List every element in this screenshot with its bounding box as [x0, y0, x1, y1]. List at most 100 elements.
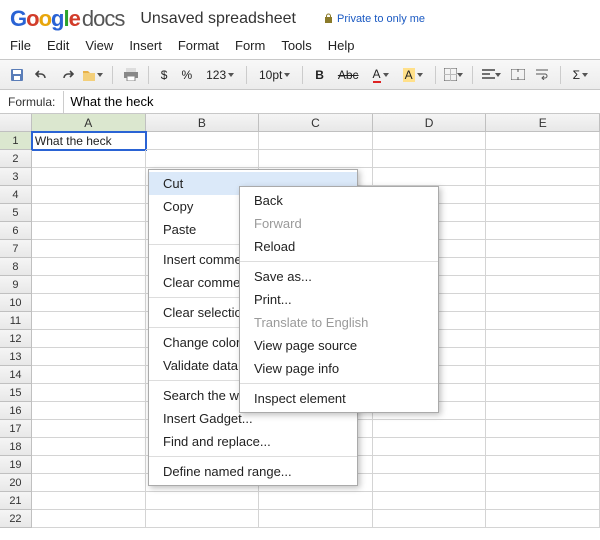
- cell[interactable]: [32, 168, 146, 186]
- doc-title[interactable]: Unsaved spreadsheet: [140, 10, 296, 28]
- col-header-e[interactable]: E: [486, 114, 600, 131]
- row-header[interactable]: 2: [0, 150, 32, 168]
- cell[interactable]: [32, 366, 146, 384]
- row-header[interactable]: 20: [0, 474, 32, 492]
- bold-button[interactable]: B: [311, 66, 328, 84]
- cell[interactable]: [32, 474, 146, 492]
- cell[interactable]: [486, 240, 600, 258]
- cell[interactable]: [486, 384, 600, 402]
- menu-help[interactable]: Help: [328, 38, 355, 53]
- col-header-d[interactable]: D: [373, 114, 487, 131]
- cell[interactable]: [373, 420, 487, 438]
- format-more[interactable]: 123: [202, 66, 238, 84]
- row-header[interactable]: 7: [0, 240, 32, 258]
- cell[interactable]: [146, 132, 260, 150]
- cell[interactable]: [486, 456, 600, 474]
- align-icon[interactable]: [481, 65, 502, 85]
- cell[interactable]: [486, 510, 600, 528]
- privacy-link[interactable]: Private to only me: [337, 13, 425, 25]
- row-header[interactable]: 4: [0, 186, 32, 204]
- row-header[interactable]: 3: [0, 168, 32, 186]
- menu-insert[interactable]: Insert: [129, 38, 162, 53]
- cell[interactable]: [486, 420, 600, 438]
- row-header[interactable]: 8: [0, 258, 32, 276]
- ctx-find-replace[interactable]: Find and replace...: [149, 430, 357, 453]
- formula-input[interactable]: [64, 91, 600, 112]
- row-header[interactable]: 9: [0, 276, 32, 294]
- cell[interactable]: [486, 186, 600, 204]
- cell[interactable]: [32, 258, 146, 276]
- cell[interactable]: [486, 312, 600, 330]
- cell[interactable]: [486, 348, 600, 366]
- cell[interactable]: [486, 438, 600, 456]
- cell[interactable]: [486, 330, 600, 348]
- row-header[interactable]: 1: [0, 132, 32, 150]
- row-header[interactable]: 18: [0, 438, 32, 456]
- cell[interactable]: [32, 186, 146, 204]
- folder-icon[interactable]: [82, 65, 104, 85]
- cell[interactable]: [486, 132, 600, 150]
- redo-icon[interactable]: [58, 65, 77, 85]
- cell[interactable]: [373, 456, 487, 474]
- cell[interactable]: [486, 276, 600, 294]
- functions-button[interactable]: Σ: [569, 66, 592, 84]
- bctx-view-source[interactable]: View page source: [240, 334, 438, 357]
- cell[interactable]: [32, 312, 146, 330]
- col-header-c[interactable]: C: [259, 114, 373, 131]
- cell[interactable]: [259, 132, 373, 150]
- bctx-print[interactable]: Print...: [240, 288, 438, 311]
- font-size[interactable]: 10pt: [255, 66, 294, 84]
- row-header[interactable]: 17: [0, 420, 32, 438]
- cell[interactable]: [373, 150, 487, 168]
- row-header[interactable]: 14: [0, 366, 32, 384]
- col-header-b[interactable]: B: [146, 114, 260, 131]
- cell[interactable]: [32, 204, 146, 222]
- cell[interactable]: [32, 420, 146, 438]
- cell[interactable]: [373, 438, 487, 456]
- bctx-reload[interactable]: Reload: [240, 235, 438, 258]
- cell[interactable]: [32, 240, 146, 258]
- cell[interactable]: [373, 168, 487, 186]
- cell[interactable]: [373, 510, 487, 528]
- row-header[interactable]: 22: [0, 510, 32, 528]
- cell[interactable]: [32, 276, 146, 294]
- row-header[interactable]: 12: [0, 330, 32, 348]
- cell[interactable]: [486, 492, 600, 510]
- cell[interactable]: [259, 150, 373, 168]
- text-color-button[interactable]: A: [369, 65, 393, 85]
- cell[interactable]: [486, 168, 600, 186]
- cell[interactable]: [146, 492, 260, 510]
- fill-color-button[interactable]: A: [399, 66, 427, 84]
- cell[interactable]: [146, 510, 260, 528]
- cell[interactable]: [486, 294, 600, 312]
- cell[interactable]: [259, 492, 373, 510]
- cell[interactable]: [32, 330, 146, 348]
- menu-form[interactable]: Form: [235, 38, 265, 53]
- bctx-back[interactable]: Back: [240, 189, 438, 212]
- print-icon[interactable]: [121, 65, 140, 85]
- cell[interactable]: [486, 204, 600, 222]
- menu-format[interactable]: Format: [178, 38, 219, 53]
- cell[interactable]: [32, 438, 146, 456]
- cell[interactable]: What the heck: [32, 132, 146, 150]
- col-header-a[interactable]: A: [32, 114, 146, 131]
- cell[interactable]: [32, 348, 146, 366]
- select-all-corner[interactable]: [0, 114, 32, 131]
- cell[interactable]: [32, 510, 146, 528]
- menu-edit[interactable]: Edit: [47, 38, 69, 53]
- cell[interactable]: [486, 258, 600, 276]
- cell[interactable]: [32, 222, 146, 240]
- row-header[interactable]: 11: [0, 312, 32, 330]
- cell[interactable]: [32, 456, 146, 474]
- row-header[interactable]: 6: [0, 222, 32, 240]
- cell[interactable]: [146, 150, 260, 168]
- row-header[interactable]: 19: [0, 456, 32, 474]
- cell[interactable]: [486, 366, 600, 384]
- cell[interactable]: [32, 294, 146, 312]
- row-header[interactable]: 10: [0, 294, 32, 312]
- merge-icon[interactable]: [508, 65, 527, 85]
- ctx-define-range[interactable]: Define named range...: [149, 460, 357, 483]
- menu-tools[interactable]: Tools: [281, 38, 311, 53]
- row-header[interactable]: 21: [0, 492, 32, 510]
- strikethrough-button[interactable]: Abc: [334, 66, 363, 84]
